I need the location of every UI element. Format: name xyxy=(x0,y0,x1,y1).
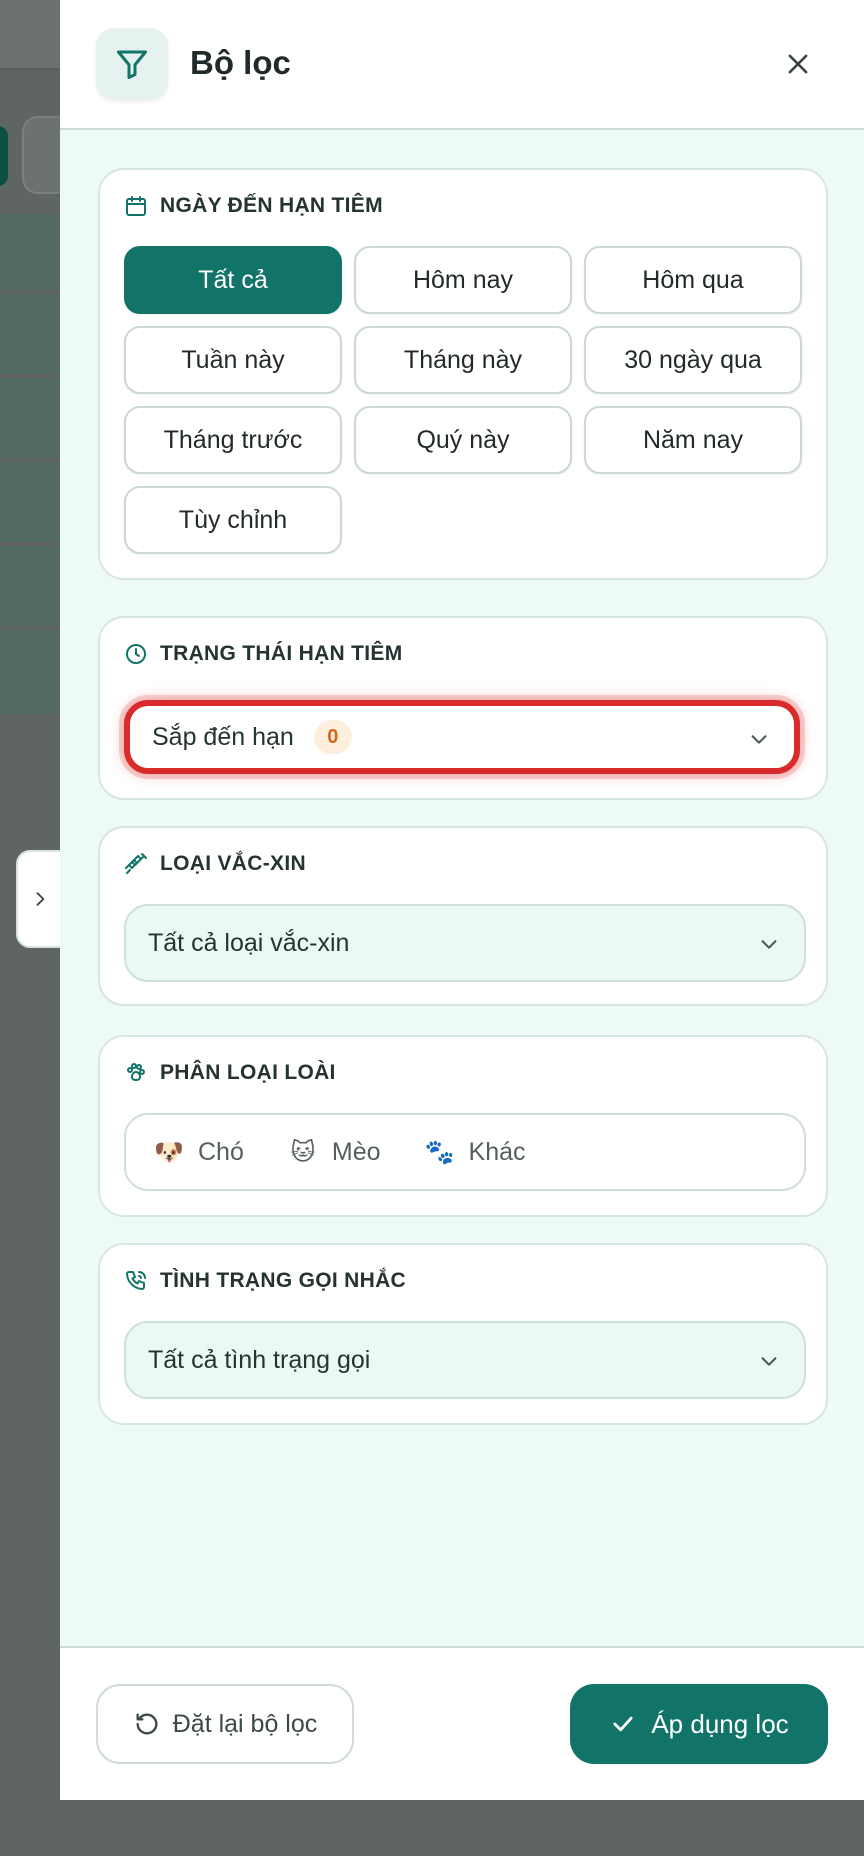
call-status-section: TÌNH TRẠNG GỌI NHẮC Tất cả tình trạng gọ… xyxy=(98,1243,828,1425)
paw-icon xyxy=(127,1063,145,1082)
chevron-down-icon xyxy=(751,735,767,744)
chip-this-quarter[interactable]: Quý này xyxy=(354,406,572,474)
due-date-section: NGÀY ĐẾN HẠN TIÊM Tất cả Hôm nay Hôm qua… xyxy=(98,168,828,580)
chip-custom[interactable]: Tùy chỉnh xyxy=(124,486,342,554)
species-dog[interactable]: 🐶 Chó xyxy=(154,1138,244,1167)
chip-this-week[interactable]: Tuần này xyxy=(124,326,342,394)
background-topbar xyxy=(0,0,60,70)
species-dog-label: Chó xyxy=(198,1137,244,1166)
close-icon xyxy=(788,54,808,74)
chip-this-year[interactable]: Năm nay xyxy=(584,406,802,474)
species-other[interactable]: 🐾 Khác xyxy=(425,1138,526,1167)
filter-icon xyxy=(96,28,168,100)
reset-icon xyxy=(136,1713,158,1735)
call-status-title-text: TÌNH TRẠNG GỌI NHẮC xyxy=(160,1269,407,1292)
clock-icon xyxy=(126,644,146,664)
species-cat[interactable]: 🐱 Mèo xyxy=(288,1137,381,1167)
chevron-down-icon xyxy=(761,1357,777,1366)
chip-last-30-days[interactable]: 30 ngày qua xyxy=(584,326,802,394)
check-icon xyxy=(613,1716,633,1732)
chip-all[interactable]: Tất cả xyxy=(124,246,342,314)
vaccine-section: LOẠI VẮC-XIN Tất cả loại vắc-xin xyxy=(98,826,828,1006)
cat-icon: 🐱 xyxy=(290,1138,316,1166)
chip-this-month[interactable]: Tháng này xyxy=(354,326,572,394)
drawer-footer: Đặt lại bộ lọc Áp dụng lọc xyxy=(60,1646,864,1800)
paw-prints-icon: 🐾 xyxy=(424,1138,455,1166)
chevron-down-icon xyxy=(761,940,777,949)
drawer-header: Bộ lọc xyxy=(60,0,864,130)
drawer-title: Bộ lọc xyxy=(190,44,291,81)
chip-today[interactable]: Hôm nay xyxy=(354,246,572,314)
chip-yesterday[interactable]: Hôm qua xyxy=(584,246,802,314)
status-select-value: Sắp đến hạn xyxy=(152,722,294,751)
reset-filter-button[interactable]: Đặt lại bộ lọc xyxy=(96,1684,354,1764)
species-title: PHÂN LOẠI LOÀI xyxy=(124,1061,336,1085)
status-section: TRẠNG THÁI HẠN TIÊM Sắp đến hạn 0 xyxy=(98,616,828,800)
due-date-title-text: NGÀY ĐẾN HẠN TIÊM xyxy=(160,194,383,217)
close-button[interactable] xyxy=(776,42,820,86)
status-select[interactable]: Sắp đến hạn 0 xyxy=(124,700,800,774)
background-row-divider xyxy=(0,542,60,546)
species-section: PHÂN LOẠI LOÀI 🐶 Chó 🐱 Mèo 🐾 Khác xyxy=(98,1035,828,1217)
phone-icon xyxy=(126,1271,146,1290)
background-row-divider xyxy=(0,458,60,462)
species-other-label: Khác xyxy=(468,1137,526,1166)
vaccine-title: LOẠI VẮC-XIN xyxy=(124,852,306,876)
species-cat-label: Mèo xyxy=(331,1137,381,1166)
calendar-icon xyxy=(126,196,146,216)
status-title-text: TRẠNG THÁI HẠN TIÊM xyxy=(160,642,403,665)
background-row-divider xyxy=(0,374,60,378)
vaccine-select-value: Tất cả loại vắc-xin xyxy=(148,928,350,957)
call-status-select[interactable]: Tất cả tình trạng gọi xyxy=(124,1321,806,1399)
background-row-divider xyxy=(0,290,60,294)
vaccine-select[interactable]: Tất cả loại vắc-xin xyxy=(124,904,806,982)
chip-last-month[interactable]: Tháng trước xyxy=(124,406,342,474)
status-title: TRẠNG THÁI HẠN TIÊM xyxy=(124,642,403,666)
dog-icon: 🐶 xyxy=(154,1138,184,1166)
species-toggle-group: 🐶 Chó 🐱 Mèo 🐾 Khác xyxy=(124,1113,806,1191)
vaccine-title-text: LOẠI VẮC-XIN xyxy=(160,852,306,875)
status-count-badge: 0 xyxy=(313,720,352,754)
due-date-title: NGÀY ĐẾN HẠN TIÊM xyxy=(124,194,383,218)
syringe-icon xyxy=(125,853,147,874)
reset-filter-label: Đặt lại bộ lọc xyxy=(172,1709,318,1738)
species-title-text: PHÂN LOẠI LOÀI xyxy=(160,1061,336,1084)
filter-drawer: Bộ lọc NGÀY ĐẾN HẠN TIÊM Tất cả Hôm nay … xyxy=(60,0,864,1800)
background-table xyxy=(0,214,60,714)
background-button xyxy=(0,126,8,186)
background-row-divider xyxy=(0,626,60,630)
call-status-title: TÌNH TRẠNG GỌI NHẮC xyxy=(124,1269,406,1293)
apply-filter-label: Áp dụng lọc xyxy=(651,1708,789,1739)
call-status-select-value: Tất cả tình trạng gọi xyxy=(148,1345,371,1374)
chevron-right-icon xyxy=(36,892,45,906)
sidebar-expand-button[interactable] xyxy=(16,850,64,948)
apply-filter-button[interactable]: Áp dụng lọc xyxy=(570,1684,828,1764)
